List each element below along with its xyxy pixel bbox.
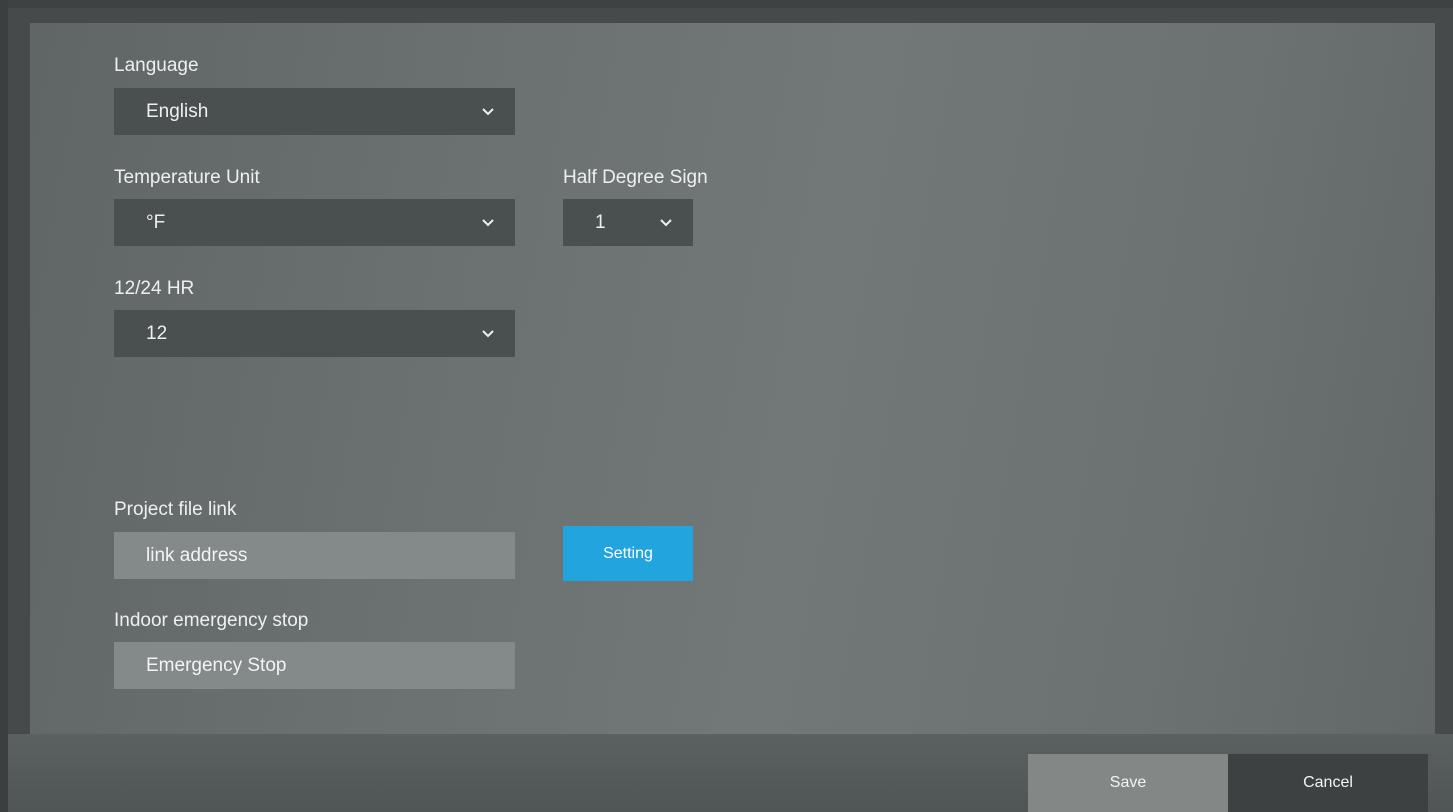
- half-degree-sign-select-value: 1: [595, 211, 606, 233]
- chevron-down-icon: [481, 105, 495, 119]
- hour-format-select-value: 12: [146, 322, 168, 344]
- project-file-link-input[interactable]: link address: [114, 532, 515, 579]
- project-file-link-label: Project file link: [114, 499, 237, 520]
- temperature-unit-select-value: °F: [146, 211, 166, 233]
- chevron-down-icon: [481, 216, 495, 230]
- cancel-button[interactable]: Cancel: [1228, 754, 1428, 812]
- temperature-unit-select[interactable]: °F: [114, 199, 515, 246]
- indoor-emergency-stop-label: Indoor emergency stop: [114, 610, 309, 631]
- hour-format-label: 12/24 HR: [114, 278, 195, 299]
- temperature-unit-label: Temperature Unit: [114, 167, 260, 188]
- chevron-down-icon: [481, 327, 495, 341]
- setting-button[interactable]: Setting: [563, 526, 693, 581]
- project-file-link-value: link address: [146, 544, 248, 566]
- half-degree-sign-select[interactable]: 1: [563, 199, 693, 246]
- half-degree-sign-label: Half Degree Sign: [563, 167, 708, 188]
- window-frame-top: [0, 0, 1453, 8]
- window-frame-left: [0, 0, 8, 812]
- indoor-emergency-stop-input[interactable]: Emergency Stop: [114, 642, 515, 689]
- indoor-emergency-stop-value: Emergency Stop: [146, 654, 287, 676]
- chevron-down-icon: [659, 216, 673, 230]
- language-label: Language: [114, 55, 199, 76]
- hour-format-select[interactable]: 12: [114, 310, 515, 357]
- save-button[interactable]: Save: [1028, 754, 1228, 812]
- language-select[interactable]: English: [114, 88, 515, 135]
- language-select-value: English: [146, 100, 209, 122]
